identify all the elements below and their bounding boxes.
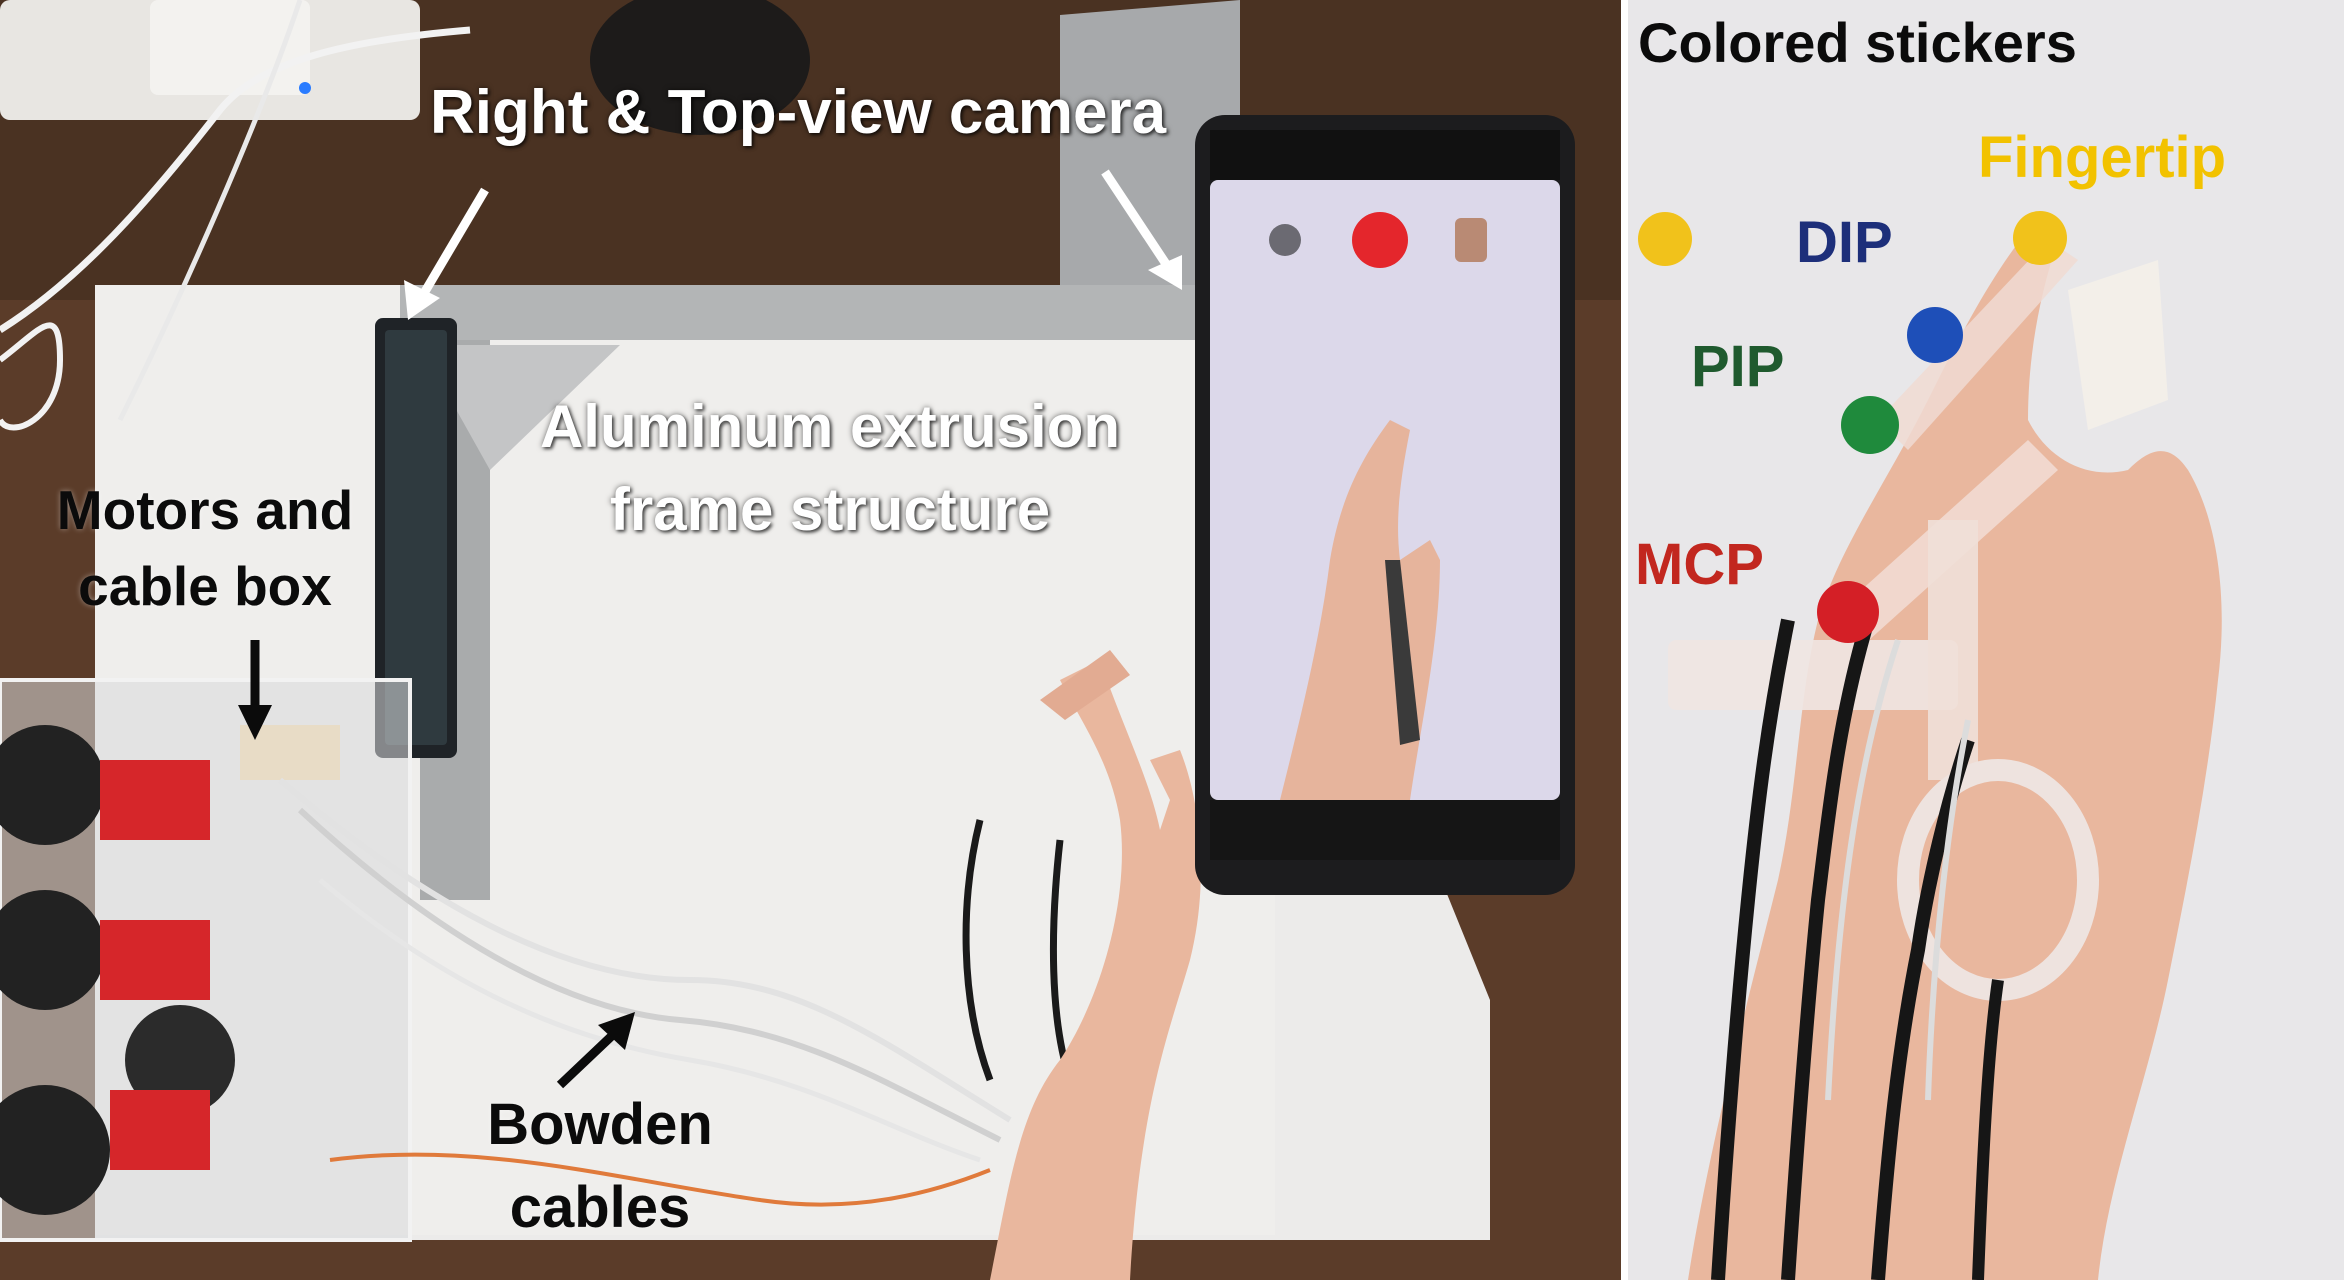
dip-label: DIP <box>1796 210 1893 275</box>
glove-closeup-panel: Colored stickers Fingertip DIP PIP MCP <box>1628 0 2344 1280</box>
fingertip-sticker <box>2013 211 2067 265</box>
arrow-bowden <box>556 1012 635 1089</box>
mcp-sticker <box>1817 581 1879 643</box>
stickers-title: Colored stickers <box>1638 11 2077 74</box>
fingertip-label: Fingertip <box>1978 125 2227 190</box>
mcp-label: MCP <box>1635 532 1764 597</box>
pip-sticker <box>1841 396 1899 454</box>
setup-photo-panel: Right & Top-view camera Aluminum extrusi… <box>0 0 1621 1280</box>
dip-sticker <box>1907 307 1963 363</box>
pip-label: PIP <box>1691 334 1785 399</box>
sticker-markers <box>1817 211 2067 643</box>
